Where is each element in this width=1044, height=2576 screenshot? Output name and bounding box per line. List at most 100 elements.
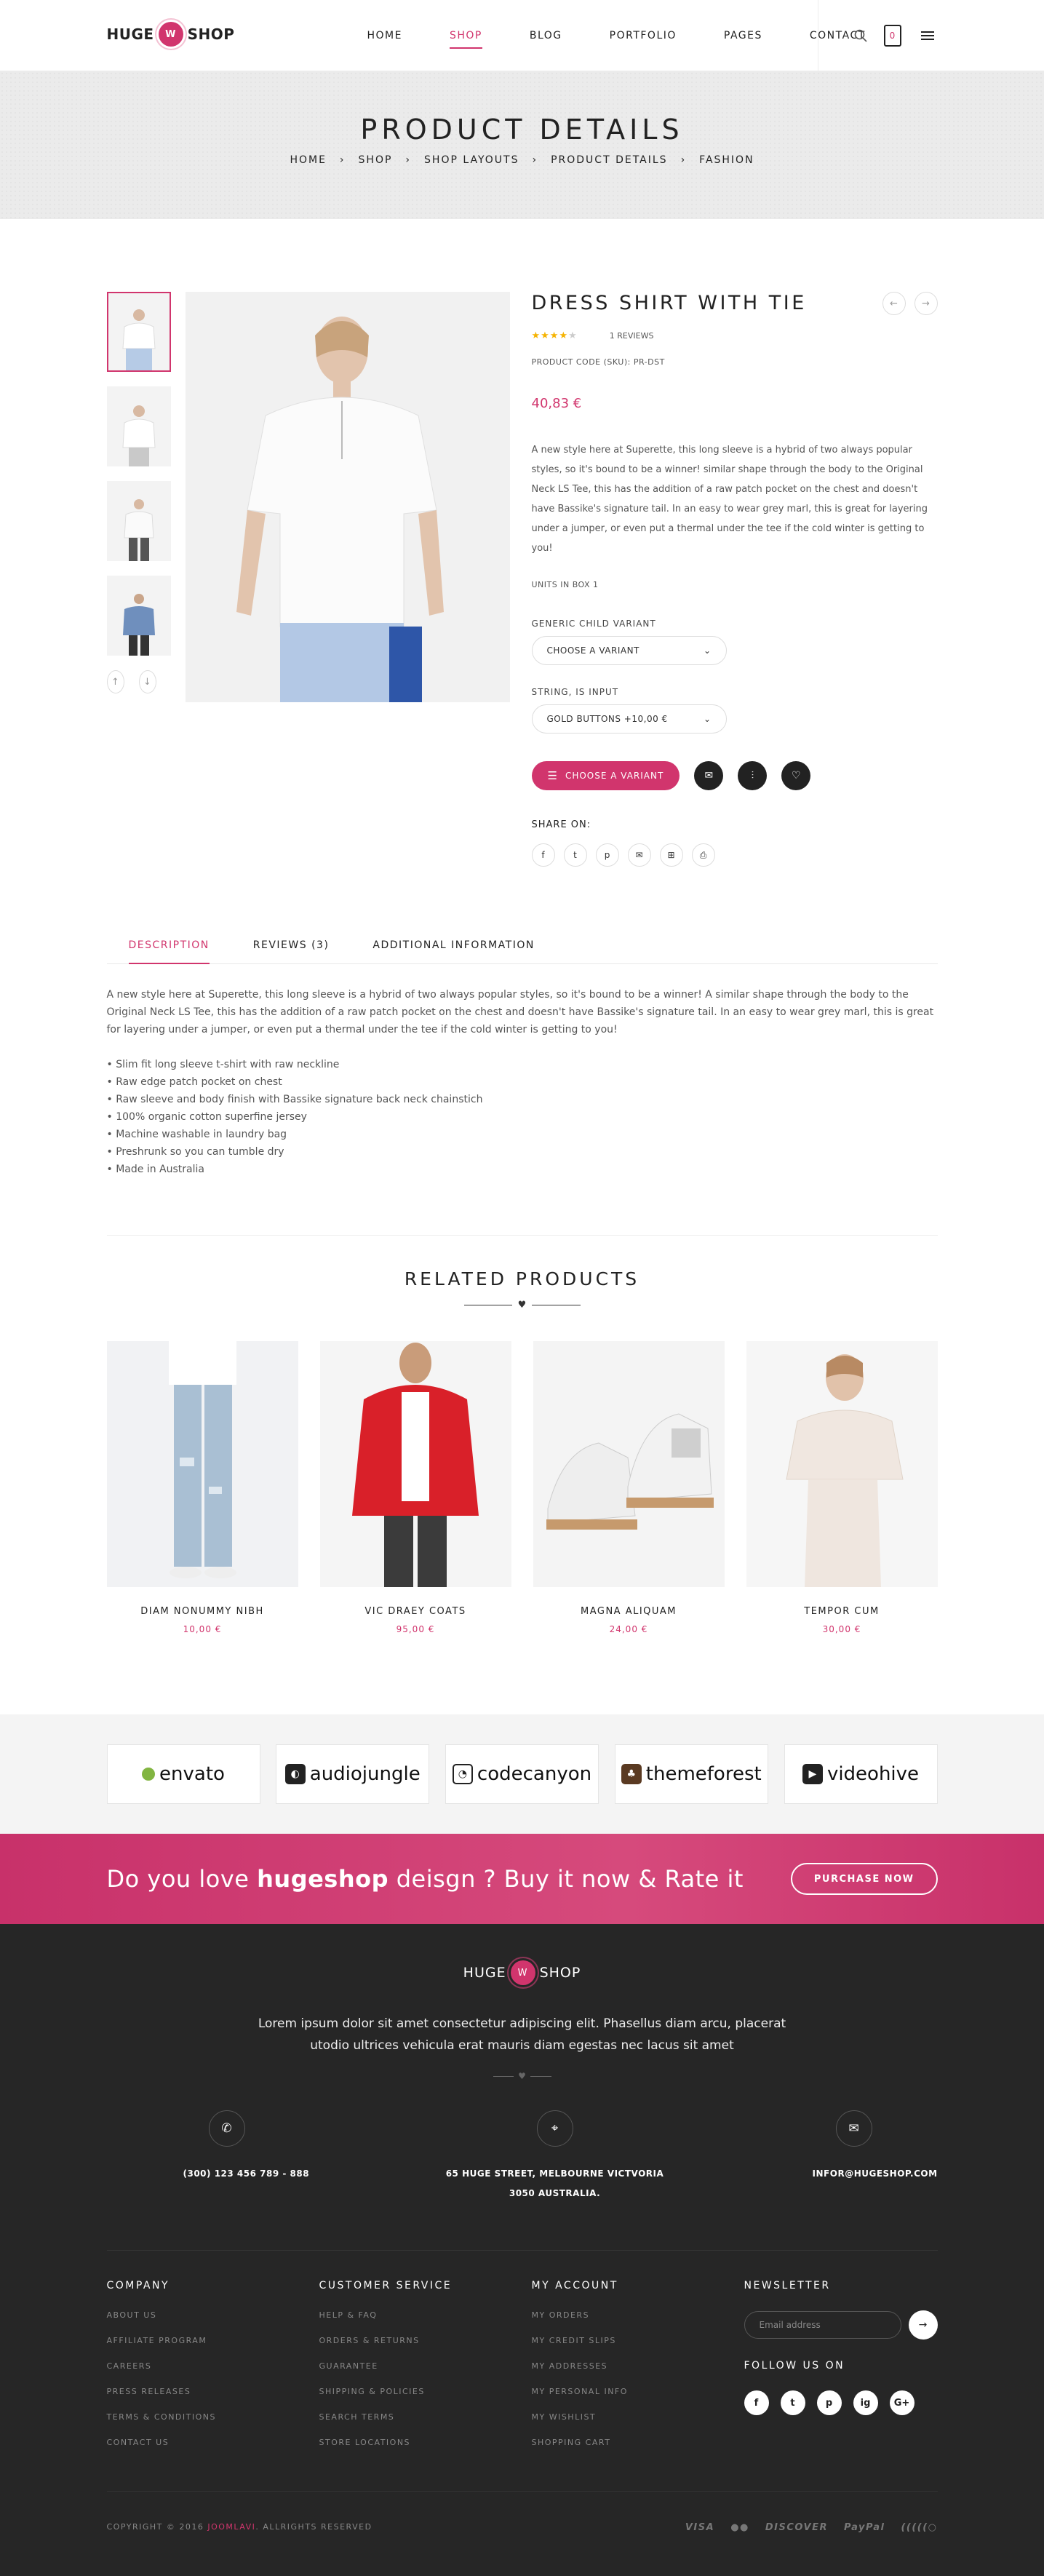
copyright-brand-link[interactable]: JOOMLAVI [207, 2522, 255, 2532]
thumbnail-4[interactable] [106, 576, 171, 656]
thumb-down-button[interactable]: ↓ [138, 670, 156, 693]
twitter-icon[interactable]: t [780, 2390, 805, 2415]
variant-label: GENERIC CHILD VARIANT [531, 619, 656, 629]
product-rating: ★★★★★ 1 REVIEWS [532, 330, 938, 341]
product-name[interactable]: TEMPOR CUM [746, 1606, 938, 1617]
tab-description[interactable]: DESCRIPTION [128, 931, 231, 964]
product-image[interactable] [319, 1341, 511, 1587]
tab-reviews[interactable]: REVIEWS (3) [253, 931, 351, 963]
purchase-now-button[interactable]: PURCHASE NOW [790, 1863, 938, 1895]
brand-videohive[interactable]: ▶ videohive [784, 1744, 938, 1804]
footer-link[interactable]: SHIPPING & POLICIES [319, 2387, 532, 2396]
chevron-right-icon: › [532, 154, 538, 166]
nav-home[interactable]: HOME [367, 25, 402, 46]
nav-blog[interactable]: BLOG [530, 25, 562, 46]
cta-text-post: deisgn ? Buy it now & Rate it [388, 1865, 744, 1893]
thumb-up-button[interactable]: ↑ [106, 670, 124, 693]
thumbnail-2[interactable] [106, 386, 171, 466]
footer-link[interactable]: HELP & FAQ [319, 2310, 532, 2320]
footer-link[interactable]: GUARANTEE [319, 2361, 532, 2371]
variant-select[interactable]: CHOOSE A VARIANT ⌄ [531, 636, 727, 665]
footer-link[interactable]: MY ADDRESSES [532, 2361, 744, 2371]
product-price: 24,00 € [609, 1624, 648, 1634]
mail-icon[interactable]: ✉ [627, 843, 651, 867]
footer-link[interactable]: MY WISHLIST [532, 2412, 744, 2422]
menu-icon[interactable] [917, 25, 938, 46]
newsletter-email-input[interactable]: Email address [744, 2311, 901, 2339]
logo[interactable]: HUGE W SHOP [107, 22, 235, 47]
google-plus-icon[interactable]: G+ [889, 2390, 915, 2415]
compare-button[interactable]: ⫶ [738, 761, 768, 790]
breadcrumb-product-details[interactable]: PRODUCT DETAILS [551, 154, 667, 166]
nav-pages[interactable]: PAGES [724, 25, 762, 46]
product-card[interactable]: DIAM NONUMMY NIBH 10,00 € [106, 1341, 298, 1634]
wishlist-button[interactable]: ♡ [781, 761, 811, 790]
footer-logo[interactable]: HUGE W SHOP [0, 1960, 1044, 1985]
product-card[interactable]: VIC DRAEY COATS 95,00 € [319, 1341, 511, 1634]
main-product-image[interactable] [185, 292, 510, 702]
choose-variant-button[interactable]: ☰ CHOOSE A VARIANT [531, 761, 680, 790]
footer-link[interactable]: ABOUT US [107, 2310, 319, 2320]
plus-icon[interactable]: ⊞ [659, 843, 683, 867]
brand-themeforest[interactable]: ♣ themeforest [614, 1744, 768, 1804]
review-count[interactable]: 1 REVIEWS [610, 331, 654, 341]
list-item: Made in Australia [107, 1161, 938, 1178]
nav-shop[interactable]: SHOP [449, 25, 482, 49]
brand-codecanyon[interactable]: ◔ codecanyon [445, 1744, 599, 1804]
tab-additional-information[interactable]: ADDITIONAL INFORMATION [372, 931, 556, 963]
footer-link[interactable]: TERMS & CONDITIONS [107, 2412, 319, 2422]
footer-link[interactable]: MY CREDIT SLIPS [532, 2336, 744, 2345]
star-rating-icon: ★★★★★ [531, 330, 578, 341]
twitter-icon[interactable]: t [563, 843, 587, 867]
email-address[interactable]: INFOR@HUGESHOP.COM [682, 2164, 938, 2184]
next-product-button[interactable]: → [914, 292, 938, 315]
footer-link[interactable]: CONTACT US [107, 2438, 319, 2447]
footer-link[interactable]: SEARCH TERMS [319, 2412, 532, 2422]
thumbnail-1[interactable] [106, 292, 171, 372]
footer-link[interactable]: CAREERS [107, 2361, 319, 2371]
search-icon[interactable] [850, 25, 871, 46]
footer-link[interactable]: STORE LOCATIONS [319, 2438, 532, 2447]
email-button[interactable]: ✉ [694, 761, 724, 790]
logo-text-left: HUGE [106, 25, 154, 43]
prev-product-button[interactable]: ← [882, 292, 906, 315]
footer-link[interactable]: SHOPPING CART [532, 2438, 744, 2447]
string-select[interactable]: GOLD BUTTONS +10,00 € ⌄ [531, 704, 727, 734]
footer-link[interactable]: ORDERS & RETURNS [319, 2336, 532, 2345]
pinterest-icon[interactable]: p [595, 843, 619, 867]
thumbnail-3[interactable] [106, 481, 171, 561]
cart-icon[interactable]: 0 [883, 25, 901, 47]
product-name[interactable]: MAGNA ALIQUAM [533, 1606, 725, 1617]
breadcrumb-shop-layouts[interactable]: SHOP LAYOUTS [424, 154, 519, 166]
nav-portfolio[interactable]: PORTFOLIO [610, 25, 677, 46]
breadcrumb-home[interactable]: HOME [290, 154, 326, 166]
facebook-icon[interactable]: f [744, 2390, 769, 2415]
string-select-value: GOLD BUTTONS +10,00 € [546, 714, 668, 724]
product-name[interactable]: VIC DRAEY COATS [320, 1606, 511, 1617]
brand-envato[interactable]: envato [106, 1744, 260, 1804]
newsletter-submit-button[interactable]: → [908, 2310, 938, 2340]
footer-link[interactable]: AFFILIATE PROGRAM [107, 2336, 319, 2345]
footer-link[interactable]: MY PERSONAL INFO [532, 2387, 744, 2396]
envelope-icon: ✉ [704, 770, 714, 782]
copyright-text: . ALLRIGHTS RESERVED [255, 2522, 372, 2532]
cta-text-brand: hugeshop [257, 1865, 389, 1893]
product-name[interactable]: DIAM NONUMMY NIBH [107, 1606, 298, 1617]
brand-name: codecanyon [477, 1763, 592, 1785]
facebook-icon[interactable]: f [531, 843, 555, 867]
print-icon[interactable]: ⎙ [691, 843, 715, 867]
product-image[interactable] [533, 1341, 725, 1587]
brand-name: videohive [826, 1763, 920, 1785]
footer-link[interactable]: MY ORDERS [532, 2310, 744, 2320]
product-image[interactable] [746, 1341, 938, 1587]
instagram-icon[interactable]: ig [853, 2390, 878, 2415]
breadcrumb-shop[interactable]: SHOP [359, 154, 393, 166]
chevron-right-icon: › [405, 154, 412, 166]
phone-number[interactable]: (300) 123 456 789 - 888 [183, 2164, 428, 2184]
brand-audiojungle[interactable]: ◐ audiojungle [276, 1744, 430, 1804]
footer-link[interactable]: PRESS RELEASES [107, 2387, 319, 2396]
product-card[interactable]: MAGNA ALIQUAM 24,00 € [533, 1341, 725, 1634]
product-card[interactable]: TEMPOR CUM 30,00 € [746, 1341, 938, 1634]
product-image[interactable] [106, 1341, 298, 1587]
pinterest-icon[interactable]: p [816, 2390, 842, 2415]
